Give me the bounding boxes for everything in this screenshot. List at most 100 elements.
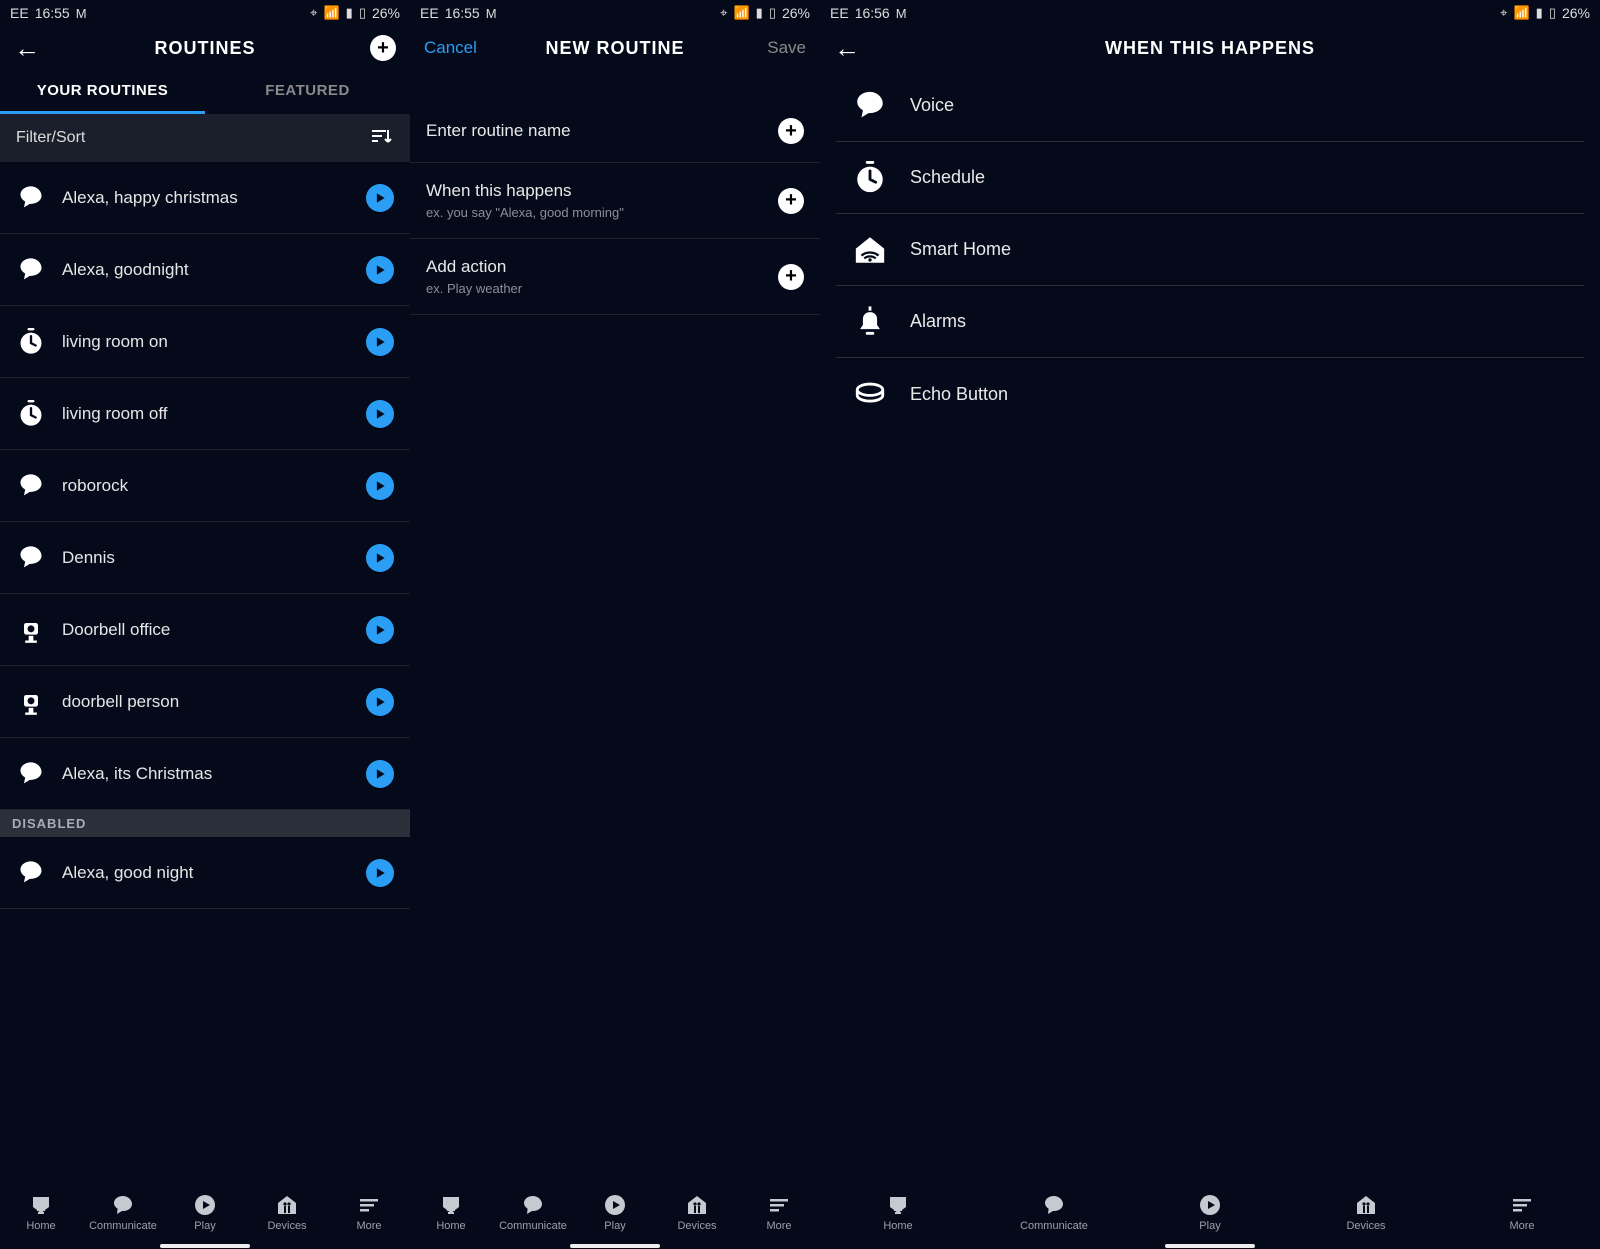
nav-label: Communicate [1020, 1220, 1088, 1232]
routine-label: Alexa, good night [62, 863, 350, 883]
routine-row[interactable]: Dennis [0, 522, 410, 594]
tab-your-routines[interactable]: YOUR ROUTINES [0, 70, 205, 114]
tabs: YOUR ROUTINES FEATURED [0, 70, 410, 114]
nav-more[interactable]: More [329, 1193, 409, 1232]
nav-label: Communicate [89, 1220, 157, 1232]
action-label: Add action [426, 257, 522, 277]
play-icon [1198, 1193, 1222, 1217]
add-action-button[interactable]: + [778, 264, 804, 290]
nav-devices[interactable]: Devices [1326, 1193, 1406, 1232]
nav-home[interactable]: Home [1, 1193, 81, 1232]
screen-routines: EE 16:55 M ⌖ 📶 ▮ ▯ 26% ← ROUTINES + YOUR… [0, 0, 410, 1249]
play-button[interactable] [366, 400, 394, 428]
play-button[interactable] [366, 256, 394, 284]
routine-row[interactable]: Alexa, its Christmas [0, 738, 410, 810]
schedule-icon [17, 400, 45, 428]
add-name-button[interactable]: + [778, 118, 804, 144]
play-icon [193, 1193, 217, 1217]
devices-icon [1354, 1193, 1378, 1217]
wifi-icon: 📶 [323, 5, 339, 21]
nav-more[interactable]: More [1482, 1193, 1562, 1232]
back-button[interactable]: ← [14, 33, 40, 64]
nav-label: Devices [1346, 1220, 1385, 1232]
nav-label: Home [436, 1220, 465, 1232]
routine-row[interactable]: living room on [0, 306, 410, 378]
filter-sort-button[interactable]: Filter/Sort [0, 114, 410, 162]
trigger-row-alarm[interactable]: Alarms [836, 286, 1584, 358]
nav-label: More [766, 1220, 791, 1232]
enter-name-label: Enter routine name [426, 121, 571, 141]
clock-label: 16:56 [855, 5, 890, 21]
camera-icon [17, 616, 45, 644]
nav-devices[interactable]: Devices [657, 1193, 737, 1232]
routine-row[interactable]: Alexa, happy christmas [0, 162, 410, 234]
more-icon [767, 1193, 791, 1217]
when-this-happens-row[interactable]: When this happens ex. you say "Alexa, go… [410, 163, 820, 239]
play-icon [603, 1193, 627, 1217]
play-button[interactable] [366, 184, 394, 212]
battery-icon: ▯ [1549, 5, 1556, 21]
routine-row[interactable]: doorbell person [0, 666, 410, 738]
play-button[interactable] [366, 616, 394, 644]
mail-icon: M [76, 6, 87, 21]
routine-row[interactable]: Alexa, goodnight [0, 234, 410, 306]
page-title: ROUTINES [74, 38, 336, 59]
nav-play[interactable]: Play [575, 1193, 655, 1232]
header: ← ROUTINES + [0, 26, 410, 70]
play-button[interactable] [366, 328, 394, 356]
home-icon [29, 1193, 53, 1217]
filter-sort-label: Filter/Sort [16, 129, 85, 147]
add-when-button[interactable]: + [778, 188, 804, 214]
nav-communicate[interactable]: Communicate [493, 1193, 573, 1232]
nav-communicate[interactable]: Communicate [83, 1193, 163, 1232]
nav-communicate[interactable]: Communicate [1014, 1193, 1094, 1232]
nav-more[interactable]: More [739, 1193, 819, 1232]
trigger-row-echobutton[interactable]: Echo Button [836, 358, 1584, 430]
screen-new-routine: EE 16:55 M ⌖ 📶 ▮ ▯ 26% Cancel NEW ROUTIN… [410, 0, 820, 1249]
battery-label: 26% [372, 5, 400, 21]
communicate-icon [521, 1193, 545, 1217]
battery-icon: ▯ [359, 5, 366, 21]
cancel-button[interactable]: Cancel [424, 38, 477, 58]
header: Cancel NEW ROUTINE Save [410, 26, 820, 70]
sort-icon [370, 126, 394, 150]
tab-featured[interactable]: FEATURED [205, 70, 410, 114]
nav-label: Play [604, 1220, 625, 1232]
routine-row[interactable]: roborock [0, 450, 410, 522]
nav-home[interactable]: Home [411, 1193, 491, 1232]
camera-icon [17, 688, 45, 716]
trigger-list: Voice Schedule Smart Home Alarms Echo Bu… [820, 70, 1600, 430]
play-button[interactable] [366, 688, 394, 716]
routine-row[interactable]: Doorbell office [0, 594, 410, 666]
trigger-row-smarthome[interactable]: Smart Home [836, 214, 1584, 286]
nav-devices[interactable]: Devices [247, 1193, 327, 1232]
routine-label: living room on [62, 332, 350, 352]
trigger-label: Schedule [910, 167, 985, 188]
status-bar: EE 16:55 M ⌖ 📶 ▮ ▯ 26% [0, 0, 410, 26]
routine-row[interactable]: Alexa, good night [0, 837, 410, 909]
devices-icon [685, 1193, 709, 1217]
nav-play[interactable]: Play [1170, 1193, 1250, 1232]
trigger-row-voice[interactable]: Voice [836, 70, 1584, 142]
play-button[interactable] [366, 760, 394, 788]
play-button[interactable] [366, 472, 394, 500]
carrier-label: EE [830, 5, 849, 21]
enter-name-row[interactable]: Enter routine name + [410, 100, 820, 163]
routine-label: Alexa, goodnight [62, 260, 350, 280]
add-routine-button[interactable]: + [370, 35, 396, 61]
voice-icon [853, 89, 887, 123]
add-action-row[interactable]: Add action ex. Play weather + [410, 239, 820, 315]
schedule-icon [17, 328, 45, 356]
nav-play[interactable]: Play [165, 1193, 245, 1232]
routine-label: roborock [62, 476, 350, 496]
trigger-row-schedule[interactable]: Schedule [836, 142, 1584, 214]
trigger-label: Smart Home [910, 239, 1011, 260]
page-title: NEW ROUTINE [484, 38, 746, 59]
play-button[interactable] [366, 859, 394, 887]
back-button[interactable]: ← [834, 33, 860, 64]
routine-row[interactable]: living room off [0, 378, 410, 450]
play-button[interactable] [366, 544, 394, 572]
nav-label: Home [26, 1220, 55, 1232]
nav-home[interactable]: Home [858, 1193, 938, 1232]
save-button[interactable]: Save [767, 38, 806, 58]
